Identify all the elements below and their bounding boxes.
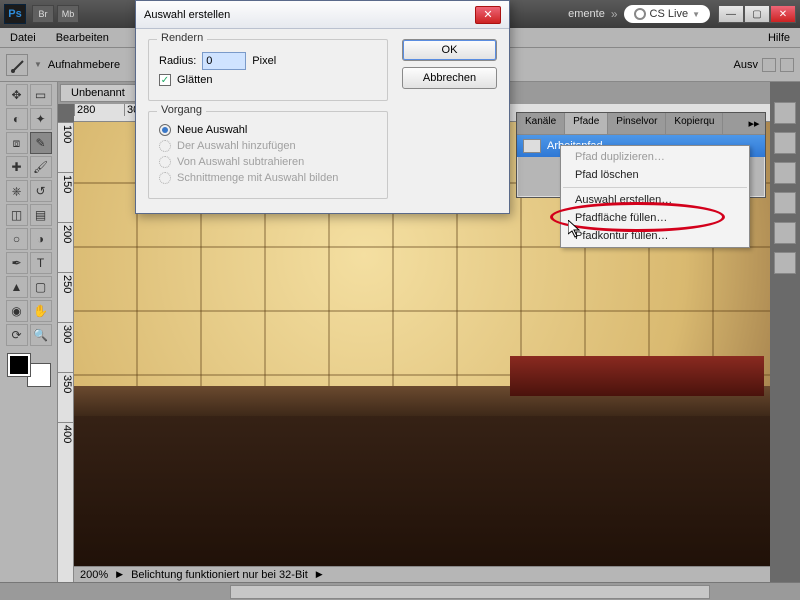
- lasso-tool[interactable]: ◐: [6, 108, 28, 130]
- marquee-tool[interactable]: ▭: [30, 84, 52, 106]
- dock-layers-icon[interactable]: [774, 192, 796, 214]
- pen-tool[interactable]: ✒: [6, 252, 28, 274]
- crop-tool[interactable]: ⧈: [6, 132, 28, 154]
- status-message: Belichtung funktioniert nur bei 32-Bit: [131, 569, 308, 581]
- type-tool[interactable]: T: [30, 252, 52, 274]
- blur-tool[interactable]: ○: [6, 228, 28, 250]
- menu-hilfe[interactable]: Hilfe: [758, 28, 800, 47]
- opt-icon-2[interactable]: [780, 58, 794, 72]
- path-thumb: [523, 139, 541, 153]
- hand-tool[interactable]: ✋: [30, 300, 52, 322]
- path-select-tool[interactable]: ▲: [6, 276, 28, 298]
- color-swatches[interactable]: [8, 354, 50, 386]
- tab-pfade[interactable]: Pfade: [565, 113, 608, 134]
- antialias-checkbox[interactable]: ✓: [159, 74, 171, 86]
- cs-live-button[interactable]: CS Live▼: [624, 5, 710, 23]
- background-swatch[interactable]: [28, 364, 50, 386]
- tab-pinsel[interactable]: Pinselvor: [608, 113, 666, 134]
- dialog-title-text: Auswahl erstellen: [144, 9, 230, 21]
- ctx-auswahl-erstellen[interactable]: Auswahl erstellen…: [561, 191, 749, 209]
- ok-button[interactable]: OK: [402, 39, 497, 61]
- dock-swatches-icon[interactable]: [774, 132, 796, 154]
- image-train: [74, 386, 800, 566]
- tab-kanale[interactable]: Kanäle: [517, 113, 565, 134]
- truncated-label: emente: [568, 8, 605, 20]
- dodge-tool[interactable]: ◑: [30, 228, 52, 250]
- zoom-tool[interactable]: 🔍: [30, 324, 52, 346]
- menu-datei[interactable]: Datei: [0, 28, 46, 47]
- doc-statusbar: 200% ▶ Belichtung funktioniert nur bei 3…: [74, 566, 800, 582]
- opt-aus-label: Ausv: [734, 59, 758, 71]
- legend-rendern: Rendern: [157, 32, 207, 44]
- toolbox: ✥▭ ◐✦ ⧈✎ ✚🖌 ⎈↺ ◫▤ ○◑ ✒T ▲▢ ◉✋ ⟳🔍: [0, 82, 58, 582]
- right-dock: [770, 82, 800, 582]
- options-label: Aufnahmebere: [48, 59, 120, 71]
- radio-subtrahieren: [159, 156, 171, 168]
- 3d-tool[interactable]: ◉: [6, 300, 28, 322]
- antialias-label: Glätten: [177, 74, 212, 86]
- horizontal-scrollbar[interactable]: [230, 585, 710, 599]
- window-close-button[interactable]: ✕: [770, 5, 796, 23]
- history-brush-tool[interactable]: ↺: [30, 180, 52, 202]
- separator: [563, 187, 747, 188]
- bridge-launch[interactable]: Br: [32, 5, 54, 23]
- move-tool[interactable]: ✥: [6, 84, 28, 106]
- dock-history-icon[interactable]: [774, 222, 796, 244]
- menu-bearbeiten[interactable]: Bearbeiten: [46, 28, 119, 47]
- doc-tab[interactable]: Unbenannt: [60, 84, 136, 102]
- window-maximize-button[interactable]: ▢: [744, 5, 770, 23]
- gradient-tool[interactable]: ▤: [30, 204, 52, 226]
- rotate-tool[interactable]: ⟳: [6, 324, 28, 346]
- radius-label: Radius:: [159, 55, 196, 67]
- radius-unit: Pixel: [252, 55, 276, 67]
- legend-vorgang: Vorgang: [157, 104, 206, 116]
- current-tool-preview[interactable]: [6, 54, 28, 76]
- overflow-icon[interactable]: »: [611, 7, 618, 21]
- cancel-button[interactable]: Abbrechen: [402, 67, 497, 89]
- dock-adjust-icon[interactable]: [774, 162, 796, 184]
- magic-wand-tool[interactable]: ✦: [30, 108, 52, 130]
- panel-menu-icon[interactable]: ▸▸: [745, 115, 763, 131]
- cursor-icon: [568, 220, 582, 238]
- ctx-pfadkontur-fuellen[interactable]: Pfadkontur füllen…: [561, 227, 749, 245]
- group-vorgang: Vorgang Neue Auswahl Der Auswahl hinzufü…: [148, 111, 388, 199]
- foreground-swatch[interactable]: [8, 354, 30, 376]
- shape-tool[interactable]: ▢: [30, 276, 52, 298]
- window-minimize-button[interactable]: —: [718, 5, 744, 23]
- ruler-vertical[interactable]: 100150200250300350400: [58, 122, 74, 582]
- ctx-pfadflaeche-fuellen[interactable]: Pfadfläche füllen…: [561, 209, 749, 227]
- dock-color-icon[interactable]: [774, 102, 796, 124]
- tab-kopier[interactable]: Kopierqu: [666, 113, 723, 134]
- eyedropper-tool[interactable]: ✎: [30, 132, 52, 154]
- dialog-auswahl-erstellen: Auswahl erstellen ✕ Rendern Radius: Pixe…: [135, 0, 510, 214]
- zoom-level[interactable]: 200%: [80, 569, 108, 581]
- paths-context-menu: Pfad duplizieren… Pfad löschen Auswahl e…: [560, 145, 750, 248]
- radio-hinzufuegen: [159, 140, 171, 152]
- minibridge-launch[interactable]: Mb: [57, 5, 79, 23]
- radio-neue-auswahl[interactable]: [159, 124, 171, 136]
- radius-input[interactable]: [202, 52, 246, 70]
- dialog-titlebar[interactable]: Auswahl erstellen ✕: [136, 1, 509, 29]
- ctx-pfad-duplizieren: Pfad duplizieren…: [561, 148, 749, 166]
- brush-tool[interactable]: 🖌: [30, 156, 52, 178]
- ctx-pfad-loeschen[interactable]: Pfad löschen: [561, 166, 749, 184]
- app-badge: Ps: [4, 4, 26, 24]
- dock-actions-icon[interactable]: [774, 252, 796, 274]
- healing-tool[interactable]: ✚: [6, 156, 28, 178]
- radio-schnittmenge: [159, 172, 171, 184]
- eraser-tool[interactable]: ◫: [6, 204, 28, 226]
- group-rendern: Rendern Radius: Pixel ✓ Glätten: [148, 39, 388, 101]
- stamp-tool[interactable]: ⎈: [6, 180, 28, 202]
- window-bottom-strip: [0, 582, 800, 600]
- opt-icon-1[interactable]: [762, 58, 776, 72]
- dialog-close-button[interactable]: ✕: [475, 6, 501, 24]
